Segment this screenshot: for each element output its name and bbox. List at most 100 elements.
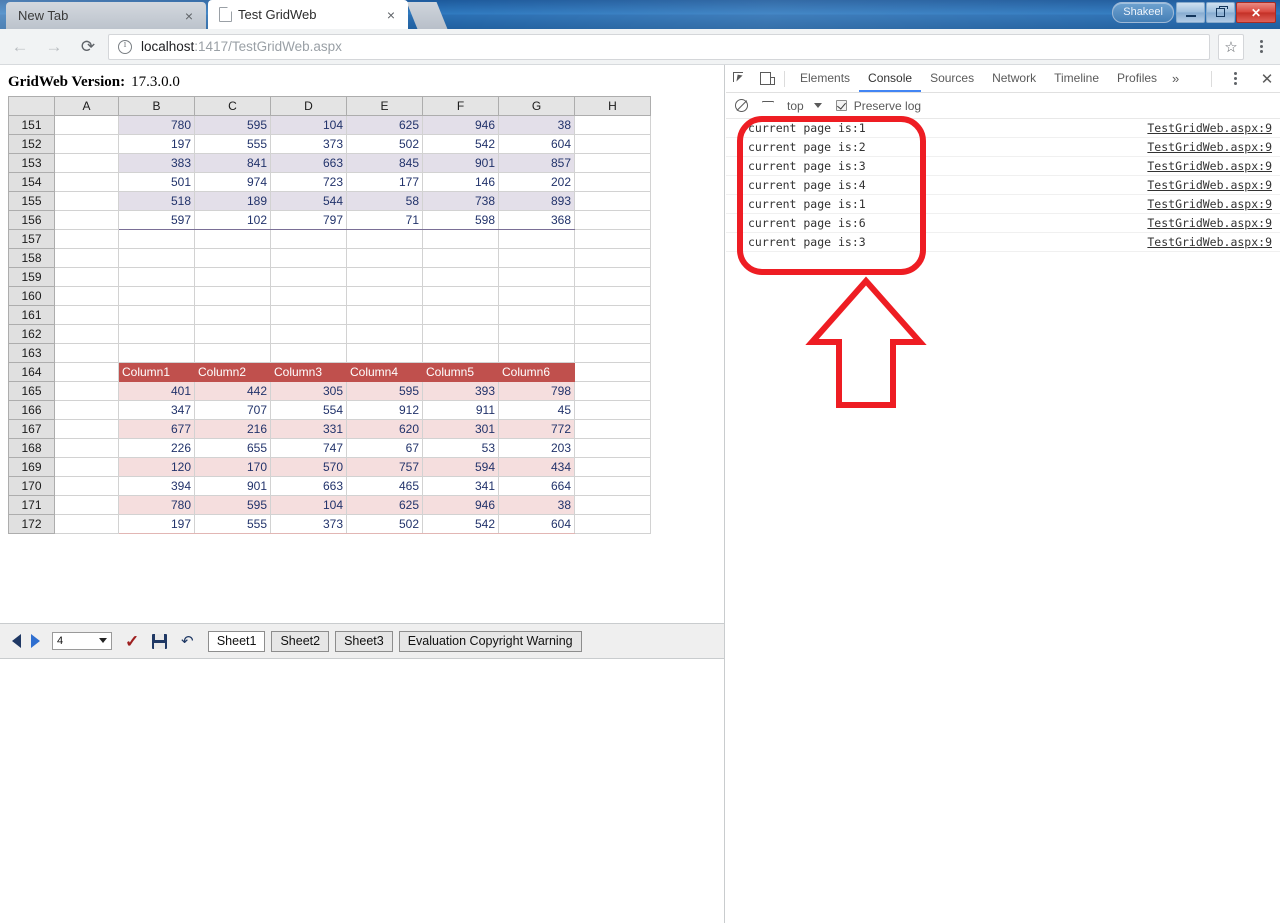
- grid-row[interactable]: 158: [8, 248, 651, 268]
- cell-B162[interactable]: [118, 324, 195, 344]
- console-message-source-link[interactable]: TestGridWeb.aspx:9: [1147, 159, 1272, 173]
- cell-B155[interactable]: 518: [118, 191, 195, 211]
- cell-F170[interactable]: 341: [422, 476, 499, 496]
- back-button[interactable]: ←: [6, 33, 34, 61]
- cell-D158[interactable]: [270, 248, 347, 268]
- cell-E161[interactable]: [346, 305, 423, 325]
- console-message-source-link[interactable]: TestGridWeb.aspx:9: [1147, 178, 1272, 192]
- cell-C154[interactable]: 974: [194, 172, 271, 192]
- cell-G163[interactable]: [498, 343, 575, 363]
- execution-context-value[interactable]: top: [787, 99, 804, 113]
- cell-A153[interactable]: [54, 153, 119, 173]
- console-message-source-link[interactable]: TestGridWeb.aspx:9: [1147, 197, 1272, 211]
- cell-F171[interactable]: 946: [422, 495, 499, 515]
- tab-close-icon[interactable]: ×: [182, 9, 196, 23]
- bookmark-star-icon[interactable]: ☆: [1218, 33, 1244, 60]
- evaluation-copyright-warning[interactable]: Evaluation Copyright Warning: [398, 630, 582, 652]
- cell-B171[interactable]: 780: [118, 495, 195, 515]
- cell-H156[interactable]: [574, 210, 651, 230]
- cell-B164[interactable]: Column1: [118, 362, 195, 382]
- cell-G171[interactable]: 38: [498, 495, 575, 515]
- grid-row[interactable]: 167 677 216 331 620 301 772: [8, 419, 651, 439]
- cell-F172[interactable]: 542: [422, 514, 499, 534]
- cell-E156[interactable]: 71: [346, 210, 423, 230]
- cell-B165[interactable]: 401: [118, 381, 195, 401]
- console-message-list[interactable]: current page is:1 TestGridWeb.aspx:9 curre…: [726, 119, 1280, 252]
- grid-row[interactable]: 156 597 102 797 71 598 368: [8, 210, 651, 230]
- filter-icon[interactable]: [762, 101, 774, 110]
- cell-F152[interactable]: 542: [422, 134, 499, 154]
- cell-B158[interactable]: [118, 248, 195, 268]
- cell-H162[interactable]: [574, 324, 651, 344]
- user-profile-button[interactable]: Shakeel: [1112, 2, 1174, 23]
- browser-tab-new-tab[interactable]: New Tab ×: [6, 2, 206, 29]
- cell-H170[interactable]: [574, 476, 651, 496]
- cell-C169[interactable]: 170: [194, 457, 271, 477]
- cell-H155[interactable]: [574, 191, 651, 211]
- cell-E167[interactable]: 620: [346, 419, 423, 439]
- cell-A162[interactable]: [54, 324, 119, 344]
- cell-F160[interactable]: [422, 286, 499, 306]
- cell-G158[interactable]: [498, 248, 575, 268]
- cell-C153[interactable]: 841: [194, 153, 271, 173]
- cell-H157[interactable]: [574, 229, 651, 249]
- cell-F168[interactable]: 53: [422, 438, 499, 458]
- forward-button[interactable]: →: [40, 33, 68, 61]
- browser-tab-test-gridweb[interactable]: Test GridWeb ×: [208, 0, 408, 29]
- grid-row[interactable]: 151 780 595 104 625 946 38: [8, 115, 651, 135]
- tab-close-icon[interactable]: ×: [384, 8, 398, 22]
- cell-D165[interactable]: 305: [270, 381, 347, 401]
- cell-C163[interactable]: [194, 343, 271, 363]
- grid-row[interactable]: 163: [8, 343, 651, 363]
- devtools-tab-network[interactable]: Network: [983, 65, 1045, 92]
- address-bar[interactable]: localhost:1417/TestGridWeb.aspx: [108, 33, 1210, 60]
- cell-B161[interactable]: [118, 305, 195, 325]
- console-message-row[interactable]: current page is:2 TestGridWeb.aspx:9: [726, 138, 1280, 157]
- next-page-arrow-icon[interactable]: [31, 634, 40, 648]
- cell-B153[interactable]: 383: [118, 153, 195, 173]
- console-message-row[interactable]: current page is:3 TestGridWeb.aspx:9: [726, 157, 1280, 176]
- cell-E170[interactable]: 465: [346, 476, 423, 496]
- cell-C171[interactable]: 595: [194, 495, 271, 515]
- grid-row[interactable]: 164 Column1 Column2 Column3 Column4 Column5 Co…: [8, 362, 651, 382]
- cell-B166[interactable]: 347: [118, 400, 195, 420]
- cell-C166[interactable]: 707: [194, 400, 271, 420]
- cell-F156[interactable]: 598: [422, 210, 499, 230]
- cell-A155[interactable]: [54, 191, 119, 211]
- cell-G165[interactable]: 798: [498, 381, 575, 401]
- cell-B152[interactable]: 197: [118, 134, 195, 154]
- grid-row[interactable]: 157: [8, 229, 651, 249]
- cell-E154[interactable]: 177: [346, 172, 423, 192]
- row-header-165[interactable]: 165: [8, 381, 55, 401]
- cell-D163[interactable]: [270, 343, 347, 363]
- site-info-icon[interactable]: [118, 39, 132, 54]
- cell-B159[interactable]: [118, 267, 195, 287]
- cell-H165[interactable]: [574, 381, 651, 401]
- cell-E168[interactable]: 67: [346, 438, 423, 458]
- cell-C170[interactable]: 901: [194, 476, 271, 496]
- devtools-tab-console[interactable]: Console: [859, 65, 922, 92]
- spreadsheet-table[interactable]: ABCDEFGH 151 780 595 104 625 946 38 152 197 555 37…: [8, 96, 651, 534]
- cell-E151[interactable]: 625: [346, 115, 423, 135]
- cell-C161[interactable]: [194, 305, 271, 325]
- devtools-menu-icon[interactable]: [1222, 66, 1248, 92]
- cell-E172[interactable]: 502: [346, 514, 423, 534]
- more-tabs-icon[interactable]: »: [1166, 71, 1185, 86]
- console-message-row[interactable]: current page is:1 TestGridWeb.aspx:9: [726, 195, 1280, 214]
- cell-E162[interactable]: [346, 324, 423, 344]
- cell-G151[interactable]: 38: [498, 115, 575, 135]
- cell-D168[interactable]: 747: [270, 438, 347, 458]
- console-message-source-link[interactable]: TestGridWeb.aspx:9: [1147, 121, 1272, 135]
- cell-H160[interactable]: [574, 286, 651, 306]
- cell-G159[interactable]: [498, 267, 575, 287]
- grid-row[interactable]: 165 401 442 305 595 393 798: [8, 381, 651, 401]
- row-header-171[interactable]: 171: [8, 495, 55, 515]
- row-header-153[interactable]: 153: [8, 153, 55, 173]
- sheet-tab-sheet2[interactable]: Sheet2: [271, 630, 330, 652]
- console-message-row[interactable]: current page is:3 TestGridWeb.aspx:9: [726, 233, 1280, 252]
- row-header-167[interactable]: 167: [8, 419, 55, 439]
- cell-H171[interactable]: [574, 495, 651, 515]
- cell-E169[interactable]: 757: [346, 457, 423, 477]
- cell-A165[interactable]: [54, 381, 119, 401]
- cell-F162[interactable]: [422, 324, 499, 344]
